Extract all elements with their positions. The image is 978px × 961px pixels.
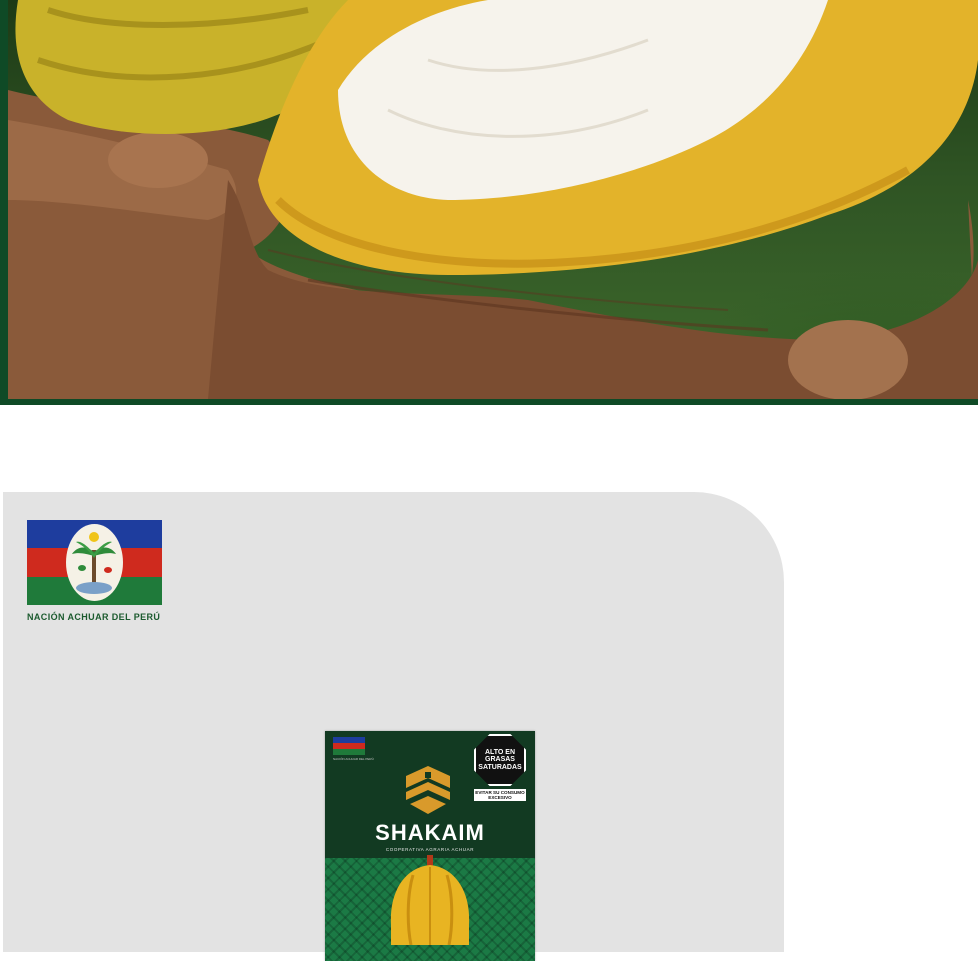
hero-cacao-photo [8, 0, 978, 399]
product-subtitle: COOPERATIVA AGRARIA ACHUAR [385, 847, 475, 852]
palm-tree-seal-icon [66, 524, 123, 601]
geometric-shield-logo-icon [406, 766, 450, 814]
warning-octagon-icon: ALTO EN GRASAS SATURADAS [474, 734, 526, 786]
product-card: NACIÓN ACHUAR DEL PERÚ NACIÓN ACHUAR DEL… [3, 492, 784, 961]
achuar-flag [27, 520, 162, 605]
hero-banner [0, 0, 978, 405]
warning-seal: ALTO EN GRASAS SATURADAS EVITAR SU CONSU… [474, 734, 530, 802]
cacao-pod-illustration [8, 0, 978, 399]
mini-caption: NACIÓN ACHUAR DEL PERÚ [333, 757, 374, 761]
product-name: SHAKAIM [375, 820, 485, 845]
warning-note: EVITAR SU CONSUMO EXCESIVO [474, 789, 526, 801]
brand-caption: NACIÓN ACHUAR DEL PERÚ [27, 612, 161, 622]
brand-logo[interactable]: NACIÓN ACHUAR DEL PERÚ [27, 520, 167, 622]
warning-label: ALTO EN GRASAS SATURADAS [478, 748, 522, 771]
product-box-image[interactable]: NACIÓN ACHUAR DEL PERÚ ALTO EN GRASAS SA… [325, 731, 535, 961]
cacao-pod-icon [390, 855, 470, 945]
mini-flag-icon [333, 737, 365, 755]
